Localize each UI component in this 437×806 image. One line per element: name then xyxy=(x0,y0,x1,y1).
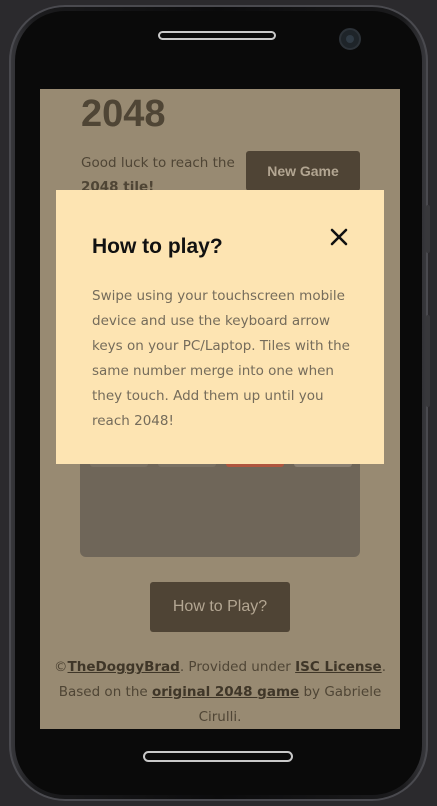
screen: 2048 Good luck to reach the 2048 tile! N… xyxy=(40,89,400,729)
home-bar xyxy=(143,751,293,762)
modal-body: Swipe using your touchscreen mobile devi… xyxy=(92,288,350,429)
close-icon[interactable] xyxy=(324,222,354,252)
earpiece-speaker xyxy=(158,31,276,40)
side-button-lower xyxy=(426,315,430,407)
modal-overlay: How to play? Swipe using your touchscree… xyxy=(40,89,400,729)
front-camera-icon xyxy=(339,28,361,50)
how-to-play-modal: How to play? Swipe using your touchscree… xyxy=(56,190,384,464)
side-button-upper xyxy=(426,205,430,253)
modal-title: How to play? xyxy=(92,235,223,258)
